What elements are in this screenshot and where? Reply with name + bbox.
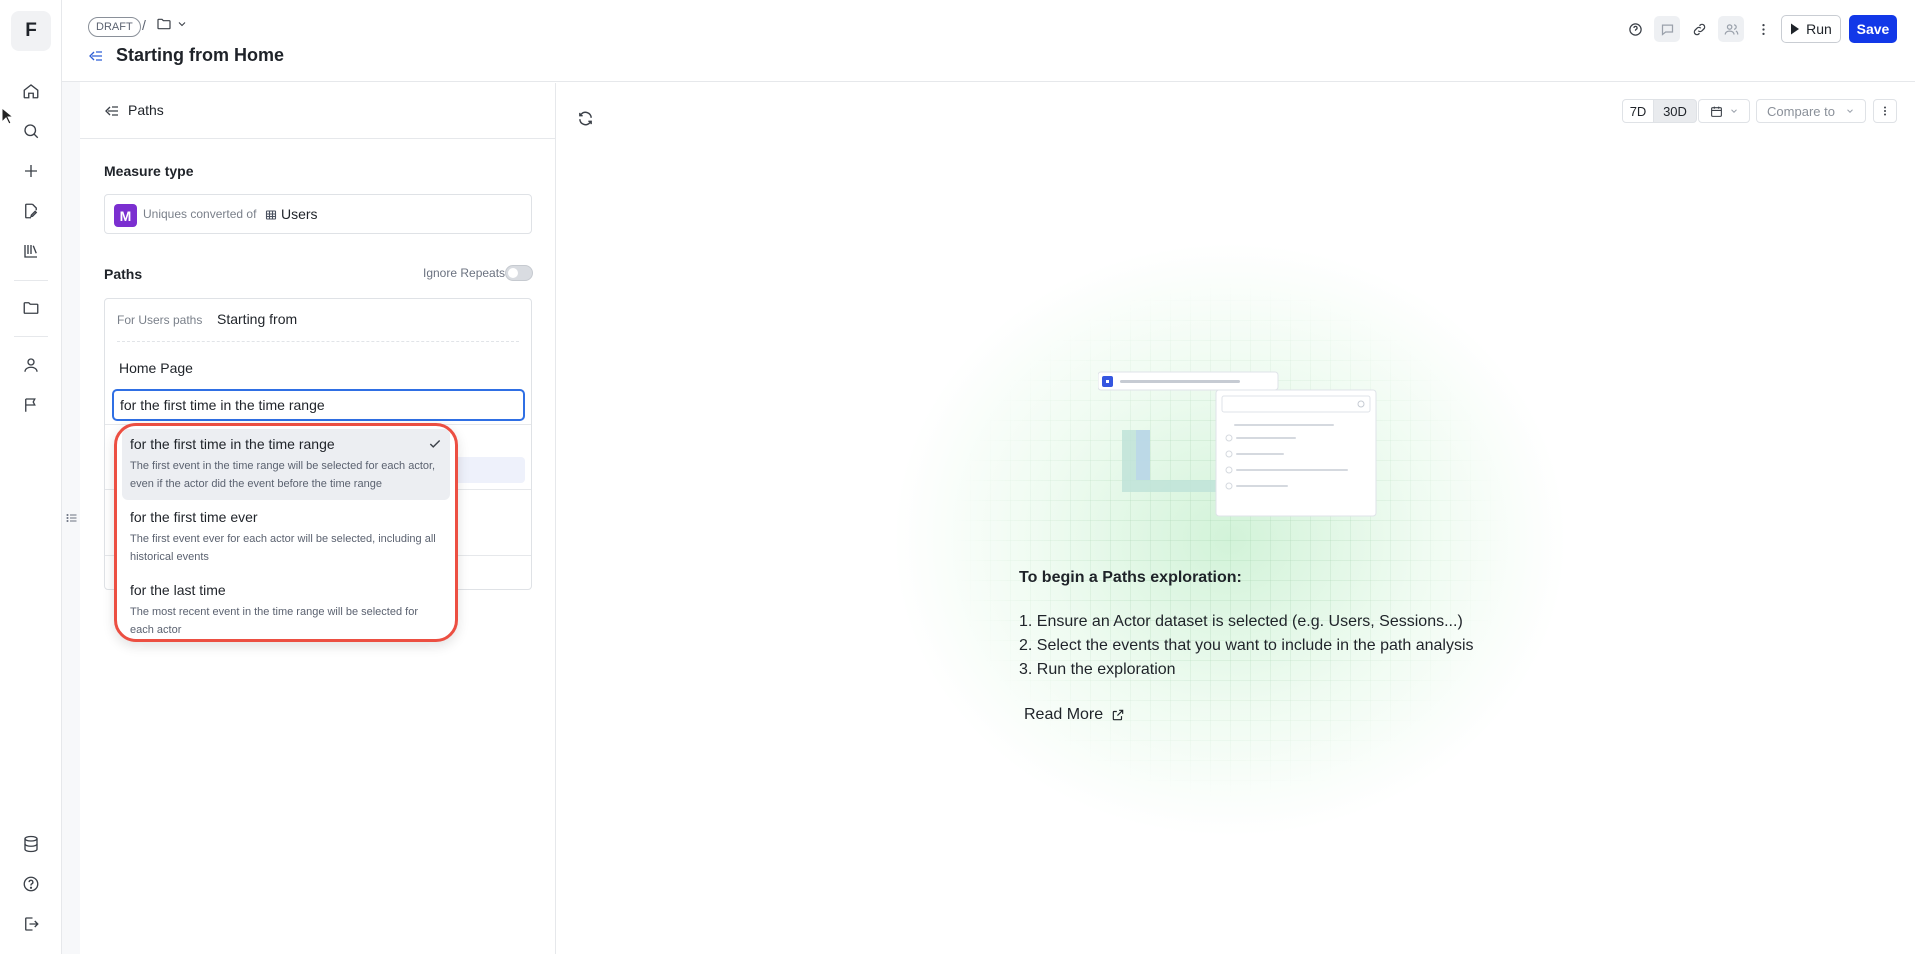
flag-icon[interactable] bbox=[18, 392, 44, 418]
paths-illustration bbox=[1098, 370, 1380, 520]
step-item: 2. Select the events that you want to in… bbox=[1019, 637, 1474, 654]
option-title: for the first time ever bbox=[130, 509, 258, 525]
rail-divider bbox=[14, 336, 48, 337]
event-select[interactable]: Home Page bbox=[119, 360, 193, 376]
chevron-down-icon bbox=[1845, 106, 1855, 116]
read-more-label: Read More bbox=[1024, 706, 1104, 723]
empty-state-heading: To begin a Paths exploration: bbox=[1019, 569, 1242, 586]
folder-picker[interactable] bbox=[156, 16, 188, 32]
app-logo[interactable]: F bbox=[11, 11, 51, 51]
dashed-divider bbox=[117, 341, 519, 342]
table-icon bbox=[265, 209, 277, 221]
save-button[interactable]: Save bbox=[1849, 15, 1897, 43]
time-qualifier-dropdown: for the first time in the time range The… bbox=[114, 423, 458, 642]
range-7d-button[interactable]: 7D bbox=[1622, 99, 1654, 123]
option-first-time-in-range[interactable]: for the first time in the time range The… bbox=[122, 429, 450, 500]
more-vertical-icon[interactable] bbox=[1750, 16, 1776, 42]
ignore-repeats-toggle[interactable] bbox=[505, 265, 533, 281]
home-icon[interactable] bbox=[18, 78, 44, 104]
chevron-down-icon bbox=[176, 18, 188, 30]
empty-state-steps: 1. Ensure an Actor dataset is selected (… bbox=[1019, 610, 1474, 682]
help-icon[interactable] bbox=[1622, 16, 1648, 42]
measure-prefix: Uniques converted of bbox=[143, 207, 257, 221]
plus-icon[interactable] bbox=[18, 158, 44, 184]
step-item: 1. Ensure an Actor dataset is selected (… bbox=[1019, 613, 1463, 630]
folder-icon bbox=[156, 16, 172, 32]
option-title: for the first time in the time range bbox=[130, 436, 335, 452]
compare-to-label: Compare to bbox=[1767, 103, 1835, 119]
play-icon bbox=[1790, 23, 1800, 35]
calendar-icon bbox=[1710, 105, 1723, 118]
panel-header-label: Paths bbox=[128, 102, 164, 118]
comment-icon[interactable] bbox=[1654, 16, 1680, 42]
list-icon[interactable] bbox=[66, 512, 78, 524]
for-users-label: For Users paths bbox=[117, 313, 203, 327]
more-options-button[interactable] bbox=[1873, 99, 1897, 123]
measure-badge: M bbox=[114, 204, 137, 227]
measure-type-title: Measure type bbox=[104, 163, 194, 179]
run-button[interactable]: Run bbox=[1781, 15, 1841, 43]
option-last-time[interactable]: for the last time The most recent event … bbox=[122, 575, 450, 646]
folder-icon[interactable] bbox=[18, 295, 44, 321]
path-mode-select[interactable]: Starting from bbox=[217, 311, 297, 327]
paths-icon bbox=[88, 48, 104, 64]
library-icon[interactable] bbox=[18, 238, 44, 264]
search-icon[interactable] bbox=[18, 118, 44, 144]
more-vertical-icon bbox=[1879, 105, 1891, 117]
paths-icon bbox=[104, 103, 120, 119]
paths-section-title: Paths bbox=[104, 266, 143, 282]
mouse-cursor bbox=[1, 107, 13, 125]
measure-type-selector[interactable]: M Uniques converted of Users bbox=[104, 194, 532, 234]
option-first-time-ever[interactable]: for the first time ever The first event … bbox=[122, 502, 450, 573]
refresh-icon[interactable] bbox=[577, 110, 594, 127]
check-icon bbox=[428, 437, 442, 451]
read-more-link[interactable]: Read More bbox=[1024, 706, 1125, 724]
help-icon[interactable] bbox=[18, 871, 44, 897]
external-link-icon bbox=[1111, 708, 1125, 722]
option-title: for the last time bbox=[130, 582, 226, 598]
step-item: 3. Run the exploration bbox=[1019, 661, 1176, 678]
database-icon[interactable] bbox=[18, 831, 44, 857]
rail-divider bbox=[14, 280, 48, 281]
range-30d-button[interactable]: 30D bbox=[1653, 99, 1697, 123]
edit-document-icon[interactable] bbox=[18, 198, 44, 224]
logout-icon[interactable] bbox=[18, 911, 44, 937]
left-nav-rail: F bbox=[0, 0, 62, 954]
option-description: The most recent event in the time range … bbox=[130, 606, 418, 636]
measure-dataset[interactable]: Users bbox=[281, 206, 318, 222]
ignore-repeats-label: Ignore Repeats bbox=[423, 266, 506, 280]
page-title[interactable]: Starting from Home bbox=[116, 45, 284, 66]
run-label: Run bbox=[1806, 21, 1832, 37]
link-icon[interactable] bbox=[1686, 16, 1712, 42]
time-qualifier-input[interactable] bbox=[112, 389, 525, 421]
option-description: The first event ever for each actor will… bbox=[130, 533, 436, 563]
panel-header: Paths bbox=[80, 83, 556, 139]
share-users-icon[interactable] bbox=[1718, 16, 1744, 42]
user-icon[interactable] bbox=[18, 352, 44, 378]
status-badge: DRAFT bbox=[88, 17, 141, 37]
date-picker-button[interactable] bbox=[1698, 99, 1750, 123]
chevron-down-icon bbox=[1729, 106, 1739, 116]
breadcrumb-separator: / bbox=[142, 17, 146, 33]
option-description: The first event in the time range will b… bbox=[130, 460, 436, 490]
compare-to-select[interactable]: Compare to bbox=[1756, 99, 1866, 123]
